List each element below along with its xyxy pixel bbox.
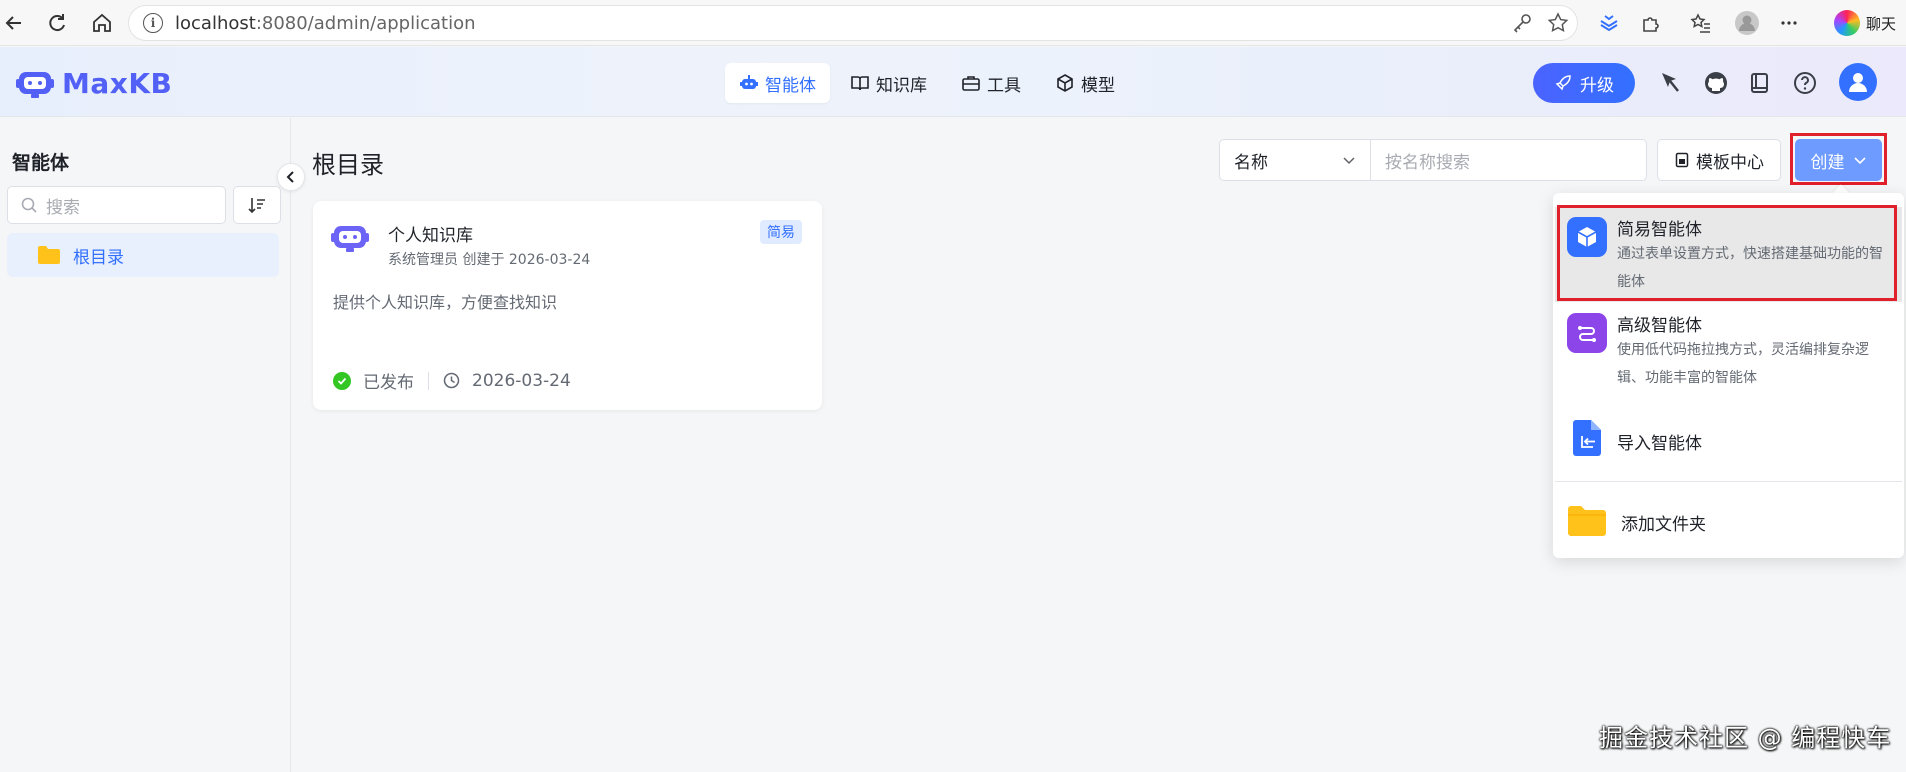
key-icon[interactable] — [1511, 12, 1533, 34]
copilot-icon — [1833, 10, 1860, 36]
name-search-input[interactable]: 按名称搜索 — [1370, 139, 1647, 181]
user-avatar[interactable] — [1839, 63, 1877, 101]
site-info-icon[interactable]: i — [143, 13, 163, 33]
advanced-agent-title: 高级智能体 — [1617, 316, 1702, 336]
extensions-puzzle-icon[interactable] — [1637, 9, 1665, 37]
filter-field-value: 名称 — [1234, 152, 1268, 173]
highlight-box-create — [1790, 133, 1887, 185]
template-center-label: 模板中心 — [1696, 152, 1764, 173]
published-check-icon — [333, 371, 351, 390]
sidebar: 智能体 搜索 根目录 — [0, 118, 291, 772]
toolbox-icon — [962, 76, 980, 91]
menu-divider — [1555, 481, 1902, 482]
page-title: 根目录 — [312, 151, 384, 179]
github-icon[interactable] — [1702, 69, 1730, 97]
browser-toolbar: i localhost:8080/admin/application 聊天 — [0, 0, 1906, 46]
more-options-icon[interactable] — [1775, 9, 1803, 37]
upgrade-button[interactable]: 升级 — [1533, 63, 1635, 103]
chat-label: 聊天 — [1865, 14, 1896, 33]
agent-card[interactable]: 个人知识库 系统管理员 创建于 2026-03-24 简易 提供个人知识库，方便… — [313, 201, 822, 410]
template-doc-icon — [1675, 152, 1689, 168]
agent-robot-icon — [331, 226, 369, 252]
favorite-star-icon[interactable] — [1547, 12, 1569, 34]
logo-text: MaxKB — [62, 67, 173, 100]
folder-icon — [38, 246, 60, 264]
logo[interactable]: MaxKB — [16, 67, 172, 100]
sidebar-search-input[interactable]: 搜索 — [7, 186, 226, 224]
publish-status: 已发布 — [363, 373, 414, 393]
nav-tab-agents-label: 智能体 — [765, 75, 816, 96]
profile-icon[interactable] — [1733, 9, 1761, 37]
folder-icon — [1567, 501, 1607, 541]
agent-card-date: 2026-03-24 — [472, 370, 571, 391]
nav-tab-knowledge[interactable]: 知识库 — [836, 63, 941, 103]
import-agent-title: 导入智能体 — [1617, 434, 1702, 454]
upgrade-label: 升级 — [1580, 75, 1614, 96]
advanced-agent-description: 使用低代码拖拉拽方式，灵活编排复杂逻辑、功能丰富的智能体 — [1617, 342, 1869, 386]
nav-tab-models[interactable]: 模型 — [1041, 63, 1129, 103]
nav-tab-agents[interactable]: 智能体 — [725, 63, 830, 103]
docs-book-icon[interactable] — [1746, 69, 1774, 97]
sidebar-item-label: 根目录 — [73, 247, 124, 268]
rocket-icon — [1555, 75, 1571, 91]
agent-card-title: 个人知识库 — [388, 226, 473, 246]
address-bar[interactable]: i localhost:8080/admin/application — [128, 5, 1578, 41]
highlight-box-simple-agent — [1557, 205, 1897, 301]
menu-item-add-folder[interactable]: 添加文件夹 — [1555, 490, 1902, 552]
url-host: localhost — [175, 12, 256, 34]
agent-card-footer: 已发布 2026-03-24 — [333, 368, 571, 393]
watermark: 掘金技术社区 @ 编程快车 — [1599, 724, 1892, 752]
sort-button[interactable] — [233, 186, 281, 224]
chevron-down-icon — [1343, 157, 1355, 165]
filter-field-select[interactable]: 名称 — [1219, 139, 1371, 181]
sidebar-item-root-folder[interactable]: 根目录 — [7, 233, 279, 277]
nav-tab-tools-label: 工具 — [987, 75, 1021, 96]
pointer-icon[interactable] — [1657, 69, 1685, 97]
nav-tab-tools[interactable]: 工具 — [947, 63, 1035, 103]
search-icon — [21, 197, 37, 213]
sidebar-search-placeholder: 搜索 — [46, 197, 80, 218]
reload-icon[interactable] — [43, 9, 71, 37]
sidebar-title: 智能体 — [12, 152, 70, 174]
divider — [428, 371, 429, 390]
app-header: MaxKB 智能体 知识库 工具 模型 升级 — [0, 47, 1906, 117]
home-icon[interactable] — [88, 9, 116, 37]
clock-icon — [443, 372, 460, 389]
url-path: :8080/admin/application — [255, 12, 476, 34]
copilot-chat-button[interactable]: 聊天 — [1833, 8, 1896, 38]
menu-item-import-agent[interactable]: 导入智能体 — [1555, 405, 1902, 475]
collapse-sidebar-button[interactable] — [277, 163, 305, 191]
user-icon — [1849, 73, 1867, 92]
import-file-icon — [1567, 418, 1607, 458]
robot-icon — [740, 75, 758, 89]
help-icon[interactable] — [1791, 69, 1819, 97]
flow-icon — [1567, 313, 1607, 353]
cube-icon — [1057, 74, 1073, 92]
agent-type-badge: 简易 — [760, 220, 802, 244]
top-nav: 智能体 知识库 工具 模型 — [725, 63, 1129, 103]
name-search-placeholder: 按名称搜索 — [1385, 152, 1470, 173]
book-icon — [851, 76, 869, 91]
nav-tab-knowledge-label: 知识库 — [876, 75, 927, 96]
menu-item-advanced-agent[interactable]: 高级智能体 使用低代码拖拉拽方式，灵活编排复杂逻辑、功能丰富的智能体 — [1555, 305, 1902, 400]
template-center-button[interactable]: 模板中心 — [1657, 139, 1781, 181]
favorites-list-icon[interactable] — [1687, 9, 1715, 37]
nav-tab-models-label: 模型 — [1081, 75, 1115, 96]
back-icon[interactable] — [0, 9, 28, 37]
maxkb-logo-icon — [16, 71, 54, 98]
agent-card-description: 提供个人知识库，方便查找知识 — [333, 293, 558, 312]
add-folder-title: 添加文件夹 — [1621, 515, 1706, 535]
agent-card-meta: 系统管理员 创建于 2026-03-24 — [388, 252, 591, 268]
sort-icon — [248, 198, 265, 214]
extension-layers-icon[interactable] — [1595, 9, 1623, 37]
chevron-left-icon — [286, 171, 294, 183]
